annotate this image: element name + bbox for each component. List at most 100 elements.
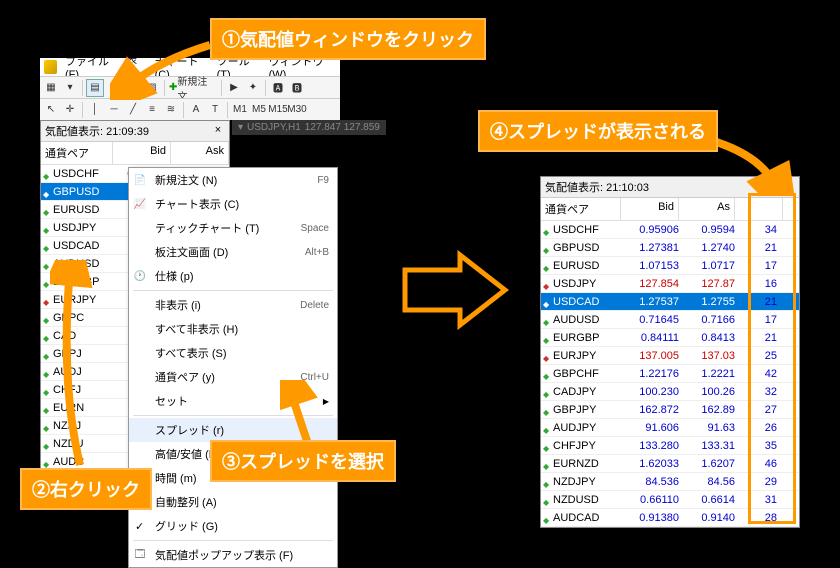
direction-icon [43, 206, 51, 214]
direction-icon [43, 242, 51, 250]
direction-icon [43, 314, 51, 322]
direction-icon [543, 388, 551, 396]
menu-icon: 🕐 [133, 269, 147, 283]
context-menu-item[interactable]: 📈チャート表示 (C) [129, 192, 337, 216]
direction-icon [543, 370, 551, 378]
direction-icon [543, 334, 551, 342]
callout-2: ②右クリック [20, 468, 152, 510]
tb-autotrading-icon[interactable]: ▶ [225, 79, 243, 97]
tf-m5[interactable]: M5 [250, 101, 268, 119]
market-watch-header-right: 通貨ペア Bid As [541, 198, 799, 221]
table-row[interactable]: USDJPY127.854127.8716 [541, 275, 799, 293]
table-row[interactable]: EURNZD1.620331.620746 [541, 455, 799, 473]
vline-icon[interactable]: │ [86, 101, 104, 119]
channel-icon[interactable]: ≡ [143, 101, 161, 119]
direction-icon [543, 298, 551, 306]
tb-navigator-icon[interactable]: ▥ [105, 79, 123, 97]
check-icon: ✓ [135, 520, 144, 533]
tb-strategy-icon[interactable]: ▨ [143, 79, 161, 97]
table-row[interactable]: CHFJPY133.280133.3135 [541, 437, 799, 455]
context-menu-item[interactable]: 📄新規注文 (N)F9 [129, 168, 337, 192]
fibo-icon[interactable]: ≋ [162, 101, 180, 119]
callout-1: ①気配値ウィンドウをクリック [210, 18, 486, 60]
context-menu-item[interactable]: セット▶ [129, 389, 337, 413]
close-icon[interactable]: × [781, 180, 795, 194]
direction-icon [543, 424, 551, 432]
market-watch-title: 気配値表示: 21:09:39 × [41, 121, 229, 142]
tb-terminal-icon[interactable]: ▧ [124, 79, 142, 97]
context-menu-item[interactable]: ✓自動整列 (A) [129, 490, 337, 514]
context-menu-item[interactable]: すべて非表示 (H) [129, 317, 337, 341]
tb-profile-icon[interactable]: ▾ [61, 79, 79, 97]
table-row[interactable]: GBPUSD1.273811.274021 [541, 239, 799, 257]
tb-b-icon[interactable]: 🅱 [288, 79, 306, 97]
context-menu-item[interactable]: 🕐仕様 (p) [129, 264, 337, 288]
tb-market-watch-icon[interactable]: ▤ [86, 79, 104, 97]
market-watch-right: 気配値表示: 21:10:03 × 通貨ペア Bid As USDCHF0.95… [540, 176, 800, 528]
callout-3: ③スプレッドを選択 [210, 440, 396, 482]
table-row[interactable]: NZDUSD0.661100.661431 [541, 491, 799, 509]
table-row[interactable]: GBPJPY162.872162.8927 [541, 401, 799, 419]
direction-icon [543, 244, 551, 252]
label-icon[interactable]: T [206, 101, 224, 119]
table-row[interactable]: EURUSD1.071531.071717 [541, 257, 799, 275]
table-row[interactable]: NZDJPY84.53684.5629 [541, 473, 799, 491]
crosshair-icon[interactable]: ✛ [61, 101, 79, 119]
tf-m30[interactable]: M30 [288, 101, 306, 119]
tf-m1[interactable]: M1 [231, 101, 249, 119]
context-menu-item[interactable]: ティックチャート (T)Space [129, 216, 337, 240]
table-row[interactable]: CADJPY100.230100.2632 [541, 383, 799, 401]
direction-icon [43, 350, 51, 358]
direction-icon [543, 478, 551, 486]
direction-icon [43, 332, 51, 340]
submenu-arrow-icon: ▶ [323, 397, 329, 406]
direction-icon [543, 226, 551, 234]
table-row[interactable]: USDCAD1.275371.275521 [541, 293, 799, 311]
context-menu-item[interactable]: すべて表示 (S) [129, 341, 337, 365]
table-row[interactable]: USDCHF0.959060.959434 [541, 221, 799, 239]
context-menu-item[interactable]: 通貨ペア (y)Ctrl+U [129, 365, 337, 389]
direction-icon [43, 296, 51, 304]
context-menu-item[interactable]: ✓グリッド (G) [129, 514, 337, 538]
direction-icon [543, 460, 551, 468]
direction-icon [543, 352, 551, 360]
context-menu-item[interactable]: 板注文画面 (D)Alt+B [129, 240, 337, 264]
tb-expert-icon[interactable]: ✦ [244, 79, 262, 97]
toolbar-2: ↖ ✛ │ ─ ╱ ≡ ≋ A T M1 M5 M15 M30 [40, 98, 340, 120]
direction-icon [43, 278, 51, 286]
direction-icon [43, 422, 51, 430]
cursor-icon[interactable]: ↖ [42, 101, 60, 119]
text-icon[interactable]: A [187, 101, 205, 119]
direction-icon [43, 260, 51, 268]
big-transition-arrow [400, 250, 510, 330]
table-row[interactable]: AUDJPY91.60691.6326 [541, 419, 799, 437]
hline-icon[interactable]: ─ [105, 101, 123, 119]
trendline-icon[interactable]: ╱ [124, 101, 142, 119]
direction-icon [43, 368, 51, 376]
tb-a-icon[interactable]: 🅰 [269, 79, 287, 97]
menu-icon: 📄 [133, 173, 147, 187]
context-menu-item[interactable]: 🗔気配値ポップアップ表示 (F) [129, 543, 337, 567]
table-row[interactable]: GBPCHF1.221761.222142 [541, 365, 799, 383]
table-row[interactable]: EURJPY137.005137.0325 [541, 347, 799, 365]
table-row[interactable]: AUDUSD0.716450.716617 [541, 311, 799, 329]
direction-icon [43, 458, 51, 466]
direction-icon [543, 496, 551, 504]
market-watch-header: 通貨ペア Bid Ask [41, 142, 229, 165]
direction-icon [43, 224, 51, 232]
mt4-logo-icon [44, 60, 57, 74]
direction-icon [43, 188, 51, 196]
context-menu-item[interactable]: 非表示 (i)Delete [129, 293, 337, 317]
context-menu: 📄新規注文 (N)F9📈チャート表示 (C)ティックチャート (T)Space板… [128, 167, 338, 568]
table-row[interactable]: EURGBP0.841110.841321 [541, 329, 799, 347]
chart-tab[interactable]: ▾USDJPY,H1127.847 127.859 [232, 120, 386, 135]
menu-icon: 📈 [133, 197, 147, 211]
tb-new-chart-icon[interactable]: ▦ [42, 79, 60, 97]
direction-icon [43, 170, 51, 178]
table-row[interactable]: AUDCAD0.913800.914028 [541, 509, 799, 527]
context-menu-item[interactable]: スプレッド (r) [129, 418, 337, 442]
tf-m15[interactable]: M15 [269, 101, 287, 119]
direction-icon [43, 404, 51, 412]
close-icon[interactable]: × [211, 124, 225, 138]
new-order-button[interactable]: ✚ 新規注文 [168, 79, 218, 97]
